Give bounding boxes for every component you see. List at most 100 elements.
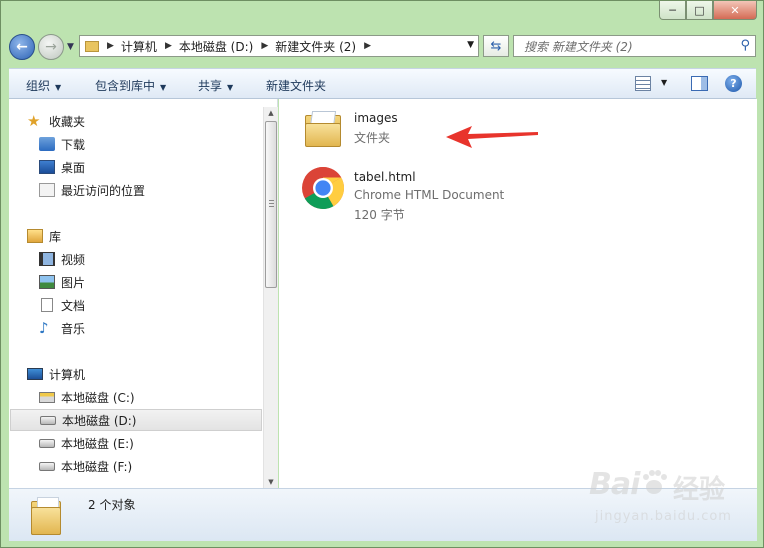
sidebar-item-drive-d[interactable]: 本地磁盘 (D:): [10, 409, 262, 431]
sidebar-item-label: 本地磁盘 (C:): [61, 390, 135, 405]
sidebar-item-label: 本地磁盘 (E:): [61, 436, 134, 451]
sidebar-item-documents[interactable]: 文档: [39, 294, 292, 316]
breadcrumb-new-folder-2[interactable]: 新建文件夹 (2): [275, 38, 356, 55]
breadcrumb: ▶ 计算机 ▶ 本地磁盘 (D:) ▶ 新建文件夹 (2) ▶: [105, 38, 378, 55]
sidebar-item-videos[interactable]: 视频: [39, 248, 292, 270]
file-list: images 文件夹 tabel.html Chrome HTML Docume…: [279, 99, 757, 488]
item-count: 2 个对象: [88, 498, 136, 512]
file-type: Chrome HTML Document: [354, 188, 505, 202]
folder-icon: [29, 495, 69, 535]
chrome-icon: [302, 166, 345, 210]
minimize-button[interactable]: ─: [659, 1, 686, 20]
sidebar-item-label: 文档: [61, 298, 86, 313]
computer-icon: [27, 368, 43, 380]
sidebar-item-label: 下载: [61, 137, 86, 152]
preview-pane-icon[interactable]: [691, 76, 708, 91]
forward-button[interactable]: →: [38, 34, 64, 60]
navigation-row: ← → ▼ ▶ 计算机 ▶ 本地磁盘 (D:) ▶ 新建文件夹 (2) ▶ ▼ …: [9, 34, 757, 60]
sidebar-item-drive-f[interactable]: 本地磁盘 (F:): [39, 455, 292, 477]
sidebar-item-downloads[interactable]: 下载: [39, 133, 292, 155]
help-icon[interactable]: ?: [725, 75, 742, 92]
new-folder-button[interactable]: 新建文件夹: [266, 77, 326, 94]
chevron-down-icon[interactable]: ▼: [467, 40, 474, 50]
chevron-right-icon[interactable]: ▶: [261, 41, 268, 51]
scrollbar-thumb[interactable]: [265, 121, 277, 288]
scroll-down-icon[interactable]: ▼: [266, 478, 276, 486]
search-input[interactable]: [522, 37, 726, 57]
watermark-url: jingyan.baidu.com: [595, 509, 732, 524]
window-controls: ─ □ ✕: [659, 1, 757, 20]
sidebar-item-label: 本地磁盘 (F:): [61, 459, 133, 474]
search-icon[interactable]: ⚲: [740, 38, 750, 53]
breadcrumb-computer[interactable]: 计算机: [121, 38, 157, 55]
chevron-down-icon[interactable]: ▼: [661, 78, 667, 87]
chevron-down-icon: ▼: [160, 83, 167, 92]
baidu-jingyan-watermark: Bai 经验 jingyan.baidu.com: [589, 467, 739, 529]
change-view-icon[interactable]: [635, 76, 651, 91]
file-type: 文件夹: [354, 131, 391, 145]
picture-icon: [39, 275, 55, 289]
command-bar: 组织 ▼ 包含到库中 ▼ 共享 ▼ 新建文件夹 ▼ ?: [9, 68, 756, 99]
sidebar-item-drive-e[interactable]: 本地磁盘 (E:): [39, 432, 292, 454]
explorer-window: ─ □ ✕ ← → ▼ ▶ 计算机 ▶ 本地磁盘 (D:) ▶ 新建文件夹 (2…: [0, 0, 764, 548]
sidebar-group-favorites[interactable]: ★ 收藏夹: [27, 110, 280, 132]
sidebar-group-label: 计算机: [49, 367, 86, 382]
refresh-icon: ⇆: [490, 38, 502, 54]
breadcrumb-drive-d[interactable]: 本地磁盘 (D:): [179, 38, 253, 55]
search-box[interactable]: ⚲: [513, 35, 756, 57]
watermark-cn-text: 经验: [673, 475, 726, 505]
sidebar-item-drive-c[interactable]: 本地磁盘 (C:): [39, 386, 292, 408]
library-icon: [27, 229, 43, 243]
sidebar-item-label: 图片: [61, 275, 86, 290]
system-drive-icon: [39, 391, 55, 403]
sidebar-item-label: 音乐: [61, 321, 86, 336]
folder-icon: [85, 40, 99, 52]
sidebar-item-desktop[interactable]: 桌面: [39, 156, 292, 178]
organize-menu[interactable]: 组织 ▼: [26, 77, 61, 94]
sidebar-group-libraries[interactable]: 库: [27, 225, 280, 247]
file-item-tabel-html[interactable]: tabel.html Chrome HTML Document 120 字节: [301, 166, 561, 222]
chevron-right-icon[interactable]: ▶: [364, 41, 371, 51]
sidebar-group-computer[interactable]: 计算机: [27, 363, 280, 385]
sidebar-group-label: 库: [49, 229, 62, 244]
sidebar-item-pictures[interactable]: 图片: [39, 271, 292, 293]
drive-icon: [39, 438, 55, 448]
chevron-down-icon: ▼: [227, 83, 234, 92]
organize-label: 组织: [26, 79, 51, 93]
desktop-icon: [39, 160, 55, 174]
sidebar-item-recent-places[interactable]: 最近访问的位置: [39, 179, 292, 201]
include-in-library-menu[interactable]: 包含到库中 ▼: [95, 77, 166, 94]
sidebar-item-label: 视频: [61, 252, 86, 267]
refresh-button[interactable]: ⇆: [483, 35, 509, 57]
chevron-right-icon[interactable]: ▶: [107, 41, 114, 51]
file-name: tabel.html: [354, 170, 416, 184]
video-icon: [39, 252, 55, 266]
share-label: 共享: [198, 79, 223, 93]
close-button[interactable]: ✕: [713, 1, 757, 20]
drive-icon: [39, 461, 55, 471]
sidebar-item-label: 最近访问的位置: [61, 183, 146, 198]
document-icon: [41, 298, 53, 312]
chevron-down-icon: ▼: [55, 83, 62, 92]
folder-icon: [301, 107, 345, 151]
navigation-scrollbar[interactable]: ▲ ▼: [263, 107, 278, 488]
file-item-images[interactable]: images 文件夹: [301, 107, 561, 155]
star-icon: ★: [27, 112, 41, 130]
red-arrow-annotation: [446, 126, 538, 148]
sidebar-item-label: 桌面: [61, 160, 86, 175]
history-dropdown-icon[interactable]: ▼: [67, 42, 74, 52]
maximize-button[interactable]: □: [686, 1, 713, 20]
back-button[interactable]: ←: [9, 34, 35, 60]
scroll-up-icon[interactable]: ▲: [266, 109, 276, 117]
recent-places-icon: [39, 183, 55, 197]
share-menu[interactable]: 共享 ▼: [198, 77, 233, 94]
download-folder-icon: [39, 137, 55, 151]
sidebar-item-music[interactable]: ♪ 音乐: [39, 317, 292, 339]
chevron-right-icon[interactable]: ▶: [165, 41, 172, 51]
file-name: images: [354, 111, 398, 125]
sidebar-item-label: 本地磁盘 (D:): [62, 413, 137, 428]
sidebar-group-label: 收藏夹: [49, 114, 86, 129]
grip-icon: [269, 200, 274, 207]
drive-icon: [40, 415, 56, 425]
address-bar[interactable]: ▶ 计算机 ▶ 本地磁盘 (D:) ▶ 新建文件夹 (2) ▶ ▼: [79, 35, 479, 57]
